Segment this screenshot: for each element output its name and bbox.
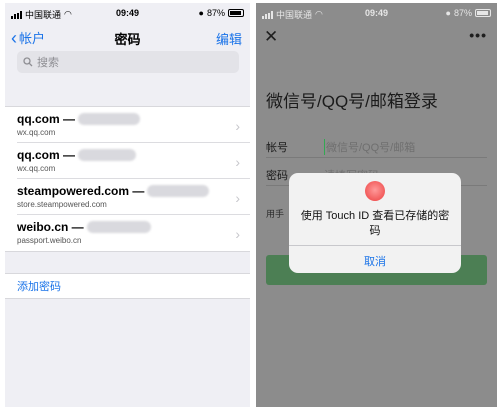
blurred-username: [78, 149, 137, 161]
account-domain: qq.com —: [17, 148, 137, 162]
search-placeholder: 搜索: [37, 57, 59, 69]
chevron-right-icon: ›: [235, 190, 240, 206]
alarm-icon: ●: [198, 8, 204, 18]
touch-id-dialog: 使用 Touch ID 查看已存储的密码 取消: [289, 173, 461, 273]
page-title: 密码: [114, 32, 141, 47]
chevron-right-icon: ›: [235, 154, 240, 170]
dialog-divider: [289, 245, 461, 246]
account-domain: qq.com —: [17, 112, 141, 126]
account-domain: weibo.cn —: [17, 220, 151, 234]
add-password-button[interactable]: 添加密码: [5, 273, 250, 299]
fingerprint-icon: [365, 181, 385, 201]
alternate-login-link[interactable]: 用手: [266, 207, 284, 220]
status-bar: 中国联通 ◠ 09:49 ● 87%: [5, 3, 250, 23]
blurred-username: [147, 185, 210, 197]
password-label: 密码: [266, 170, 288, 182]
account-underline: [266, 157, 487, 158]
more-icon[interactable]: •••: [469, 27, 487, 43]
search-field[interactable]: 搜索: [17, 51, 239, 73]
touch-id-message: 使用 Touch ID 查看已存储的密码: [300, 210, 450, 237]
alarm-icon: ●: [445, 8, 451, 18]
nav-bar: ‹ 帐户 密码 编辑: [5, 25, 250, 48]
edit-button[interactable]: 编辑: [216, 29, 242, 48]
account-subdomain: passport.weibo.cn: [17, 236, 82, 245]
wechat-login-screen: 中国联通 ◠ 09:49 ● 87% ✕ ••• 微信号/QQ号/邮箱登录 帐号…: [256, 3, 497, 407]
search-icon: [23, 57, 33, 67]
account-subdomain: wx.qq.com: [17, 164, 56, 173]
account-row-qq-1[interactable]: qq.com — wx.qq.com ›: [17, 107, 250, 143]
battery-percent: 87%: [206, 8, 225, 18]
account-domain-text: qq.com —: [17, 148, 76, 162]
screenshot-root: 中国联通 ◠ 09:49 ● 87% ‹ 帐户 密码 编辑 搜索 qq.com …: [0, 0, 500, 410]
account-domain-text: weibo.cn —: [17, 220, 84, 234]
blurred-username: [78, 113, 141, 125]
battery-percent: 87%: [453, 8, 472, 18]
account-subdomain: wx.qq.com: [17, 128, 56, 137]
account-row-qq-2[interactable]: qq.com — wx.qq.com ›: [17, 143, 250, 179]
chevron-right-icon: ›: [235, 226, 240, 242]
account-domain-text: steampowered.com —: [17, 184, 145, 198]
battery-icon: [475, 9, 491, 17]
blurred-username: [86, 221, 151, 233]
account-input[interactable]: 微信号/QQ号/邮箱: [324, 139, 415, 155]
close-icon[interactable]: ✕: [264, 27, 278, 47]
account-row-steampowered[interactable]: steampowered.com — store.steampowered.co…: [17, 179, 250, 215]
status-right-group: ● 87%: [446, 8, 491, 18]
account-label: 帐号: [266, 142, 288, 154]
status-bar: 中国联通 ◠ 09:49 ● 87%: [256, 3, 497, 23]
ios-passwords-screen: 中国联通 ◠ 09:49 ● 87% ‹ 帐户 密码 编辑 搜索 qq.com …: [5, 3, 250, 407]
cancel-button[interactable]: 取消: [289, 253, 461, 269]
account-row-weibo[interactable]: weibo.cn — passport.weibo.cn ›: [17, 215, 250, 251]
chevron-right-icon: ›: [235, 118, 240, 134]
account-domain: steampowered.com —: [17, 184, 210, 198]
status-right-group: ● 87%: [199, 8, 244, 18]
login-title: 微信号/QQ号/邮箱登录: [266, 92, 438, 111]
saved-accounts-list: qq.com — wx.qq.com › qq.com — wx.qq.com …: [5, 106, 250, 252]
account-domain-text: qq.com —: [17, 112, 76, 126]
battery-icon: [228, 9, 244, 17]
account-subdomain: store.steampowered.com: [17, 200, 107, 209]
